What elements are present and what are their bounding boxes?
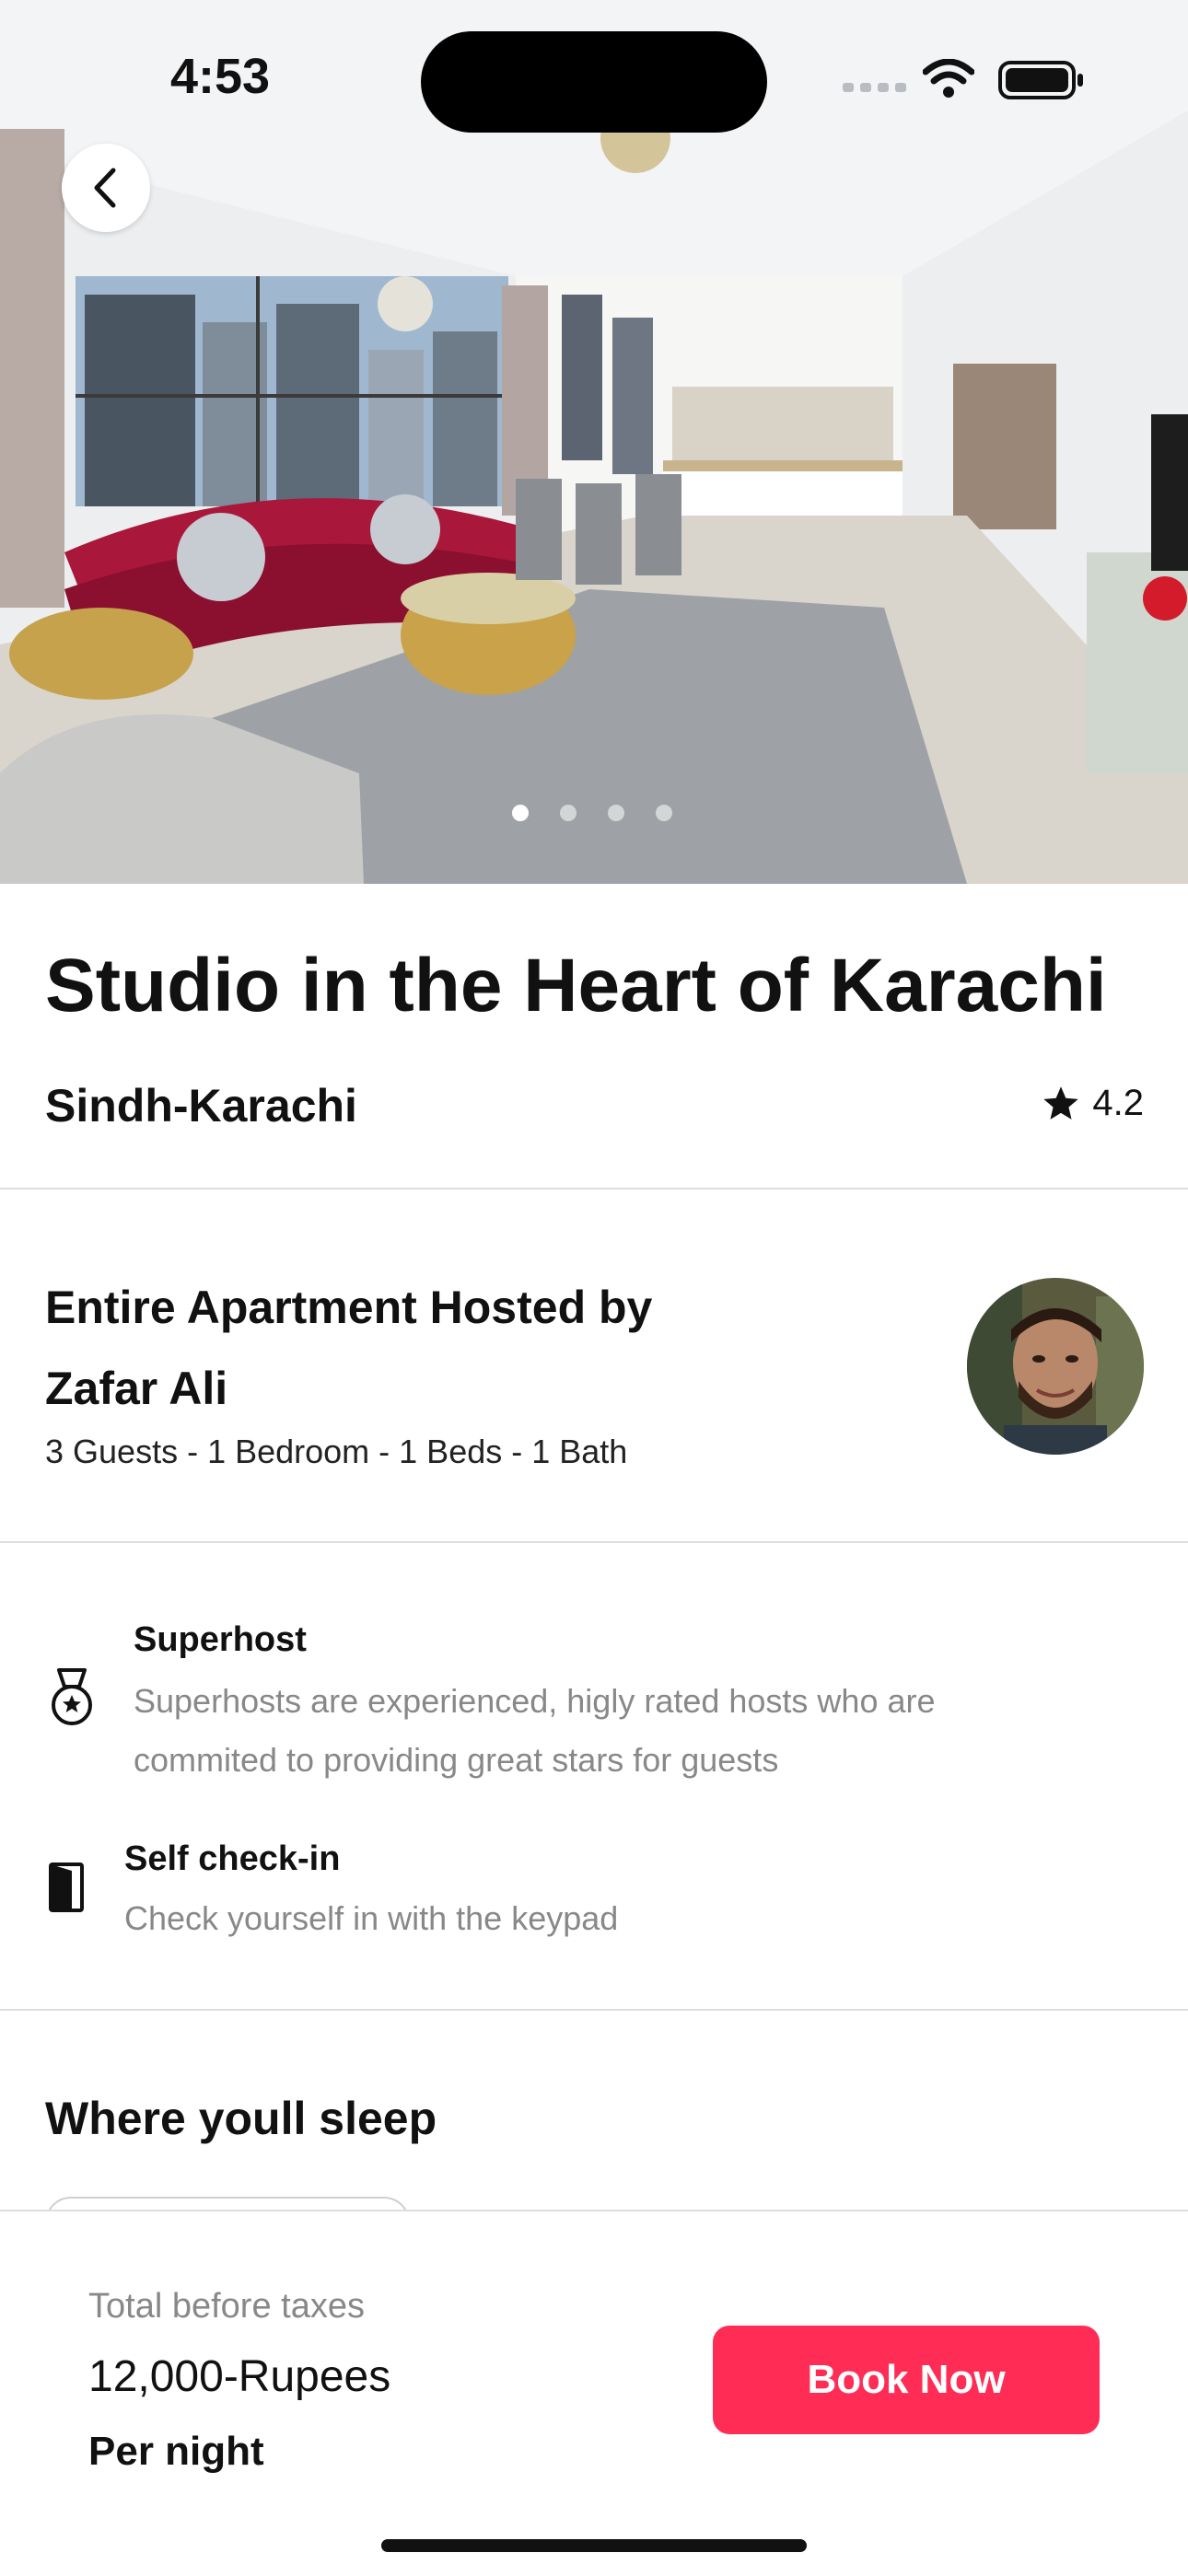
- rating-value: 4.2: [1092, 1083, 1144, 1123]
- feature-description-self-check-in: Check yourself in with the keypad: [124, 1899, 619, 1937]
- status-bar: 4:53: [0, 0, 1188, 157]
- total-price: 12,000-Rupees: [88, 2352, 391, 2401]
- wifi-icon: [923, 59, 974, 98]
- booking-footer: Total before taxes 12,000-Rupees Per nig…: [0, 2210, 1188, 2576]
- page-dot[interactable]: [656, 805, 672, 821]
- listing-rating: 4.2: [1041, 1083, 1144, 1124]
- listing-capacity: 3 Guests - 1 Bedroom - 1 Beds - 1 Bath: [45, 1433, 628, 1470]
- price-period: Per night: [88, 2429, 264, 2474]
- listing-photo[interactable]: 4:53: [0, 0, 1188, 884]
- photo-page-indicator[interactable]: [0, 805, 1188, 823]
- divider: [0, 2009, 1188, 2011]
- medal-icon: [52, 1668, 92, 1725]
- page-dot[interactable]: [608, 805, 624, 821]
- book-now-button[interactable]: Book Now: [713, 2326, 1100, 2434]
- chevron-left-icon: [94, 168, 116, 208]
- home-indicator[interactable]: [381, 2539, 807, 2552]
- door-icon: [49, 1862, 84, 1912]
- page-dot[interactable]: [512, 805, 529, 821]
- feature-description-superhost: Superhosts are experienced, higly rated …: [134, 1682, 936, 1779]
- host-avatar[interactable]: [967, 1278, 1144, 1455]
- dynamic-island: [421, 31, 767, 133]
- status-time: 4:53: [170, 49, 271, 104]
- host-title: Entire Apartment Hosted by Zafar Ali: [45, 1282, 653, 1414]
- page-dot[interactable]: [560, 805, 577, 821]
- price-label: Total before taxes: [88, 2287, 365, 2326]
- star-icon: [1043, 1085, 1079, 1120]
- divider: [0, 1541, 1188, 1543]
- divider: [0, 1188, 1188, 1189]
- battery-icon: [998, 61, 1083, 99]
- back-button[interactable]: [62, 144, 150, 232]
- feature-title-self-check-in: Self check-in: [124, 1839, 341, 1878]
- feature-title-superhost: Superhost: [134, 1620, 307, 1659]
- cellular-signal-icon: [843, 83, 906, 92]
- listing-title: Studio in the Heart of Karachi: [45, 944, 1107, 1027]
- sleep-section-heading: Where youll sleep: [45, 2093, 437, 2144]
- listing-location: Sindh-Karachi: [45, 1080, 357, 1131]
- host-photo: [967, 1278, 1144, 1455]
